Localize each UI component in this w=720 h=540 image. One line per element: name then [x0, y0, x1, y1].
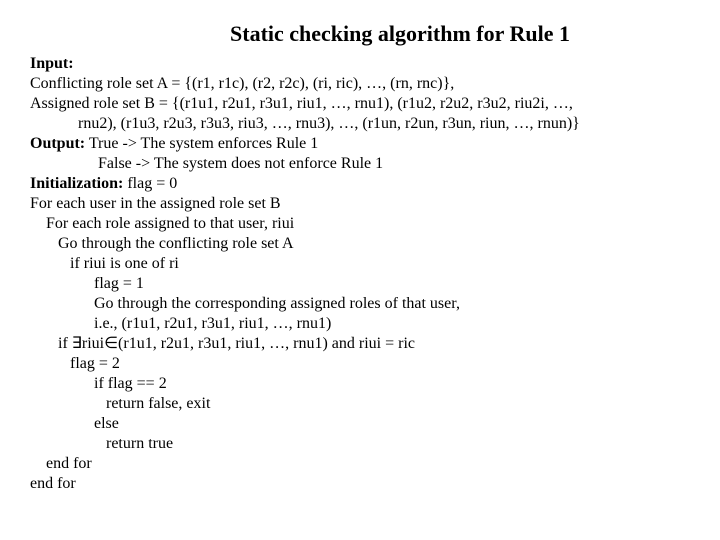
- line-return-true: return true: [30, 434, 690, 454]
- algorithm-body: Input: Conflicting role set A = {(r1, r1…: [30, 54, 690, 494]
- initialization-line: Initialization: flag = 0: [30, 174, 690, 194]
- line-endfor-inner: end for: [30, 454, 690, 474]
- output-line: Output: True -> The system enforces Rule…: [30, 134, 690, 154]
- init-value: flag = 0: [123, 175, 177, 192]
- line-ie-tuple: i.e., (r1u1, r2u1, r3u1, riu1, …, rnu1): [30, 314, 690, 334]
- output-false: False -> The system does not enforce Rul…: [30, 154, 690, 174]
- line-if-flag2: if flag == 2: [30, 374, 690, 394]
- output-true: True -> The system enforces Rule 1: [89, 135, 318, 152]
- line-flag2: flag = 2: [30, 354, 690, 374]
- init-label: Initialization:: [30, 175, 123, 192]
- output-label: Output:: [30, 135, 85, 152]
- line-flag1: flag = 1: [30, 274, 690, 294]
- line-for-role: For each role assigned to that user, riu…: [30, 214, 690, 234]
- assigned-set-line2: rnu2), (r1u3, r2u3, r3u3, riu3, …, rnu3)…: [30, 114, 690, 134]
- page-title: Static checking algorithm for Rule 1: [110, 20, 690, 48]
- line-endfor-outer: end for: [30, 474, 690, 494]
- line-if-riui: if riui is one of ri: [30, 254, 690, 274]
- line-for-user: For each user in the assigned role set B: [30, 194, 690, 214]
- conflicting-set: Conflicting role set A = {(r1, r1c), (r2…: [30, 74, 690, 94]
- line-go-through-a: Go through the conflicting role set A: [30, 234, 690, 254]
- line-return-false: return false, exit: [30, 394, 690, 414]
- input-label: Input:: [30, 54, 690, 74]
- line-go-through-assigned: Go through the corresponding assigned ro…: [30, 294, 690, 314]
- line-else: else: [30, 414, 690, 434]
- assigned-set-line1: Assigned role set B = {(r1u1, r2u1, r3u1…: [30, 94, 690, 114]
- line-if-exists: if ∃riui∈(r1u1, r2u1, r3u1, riu1, …, rnu…: [30, 334, 690, 354]
